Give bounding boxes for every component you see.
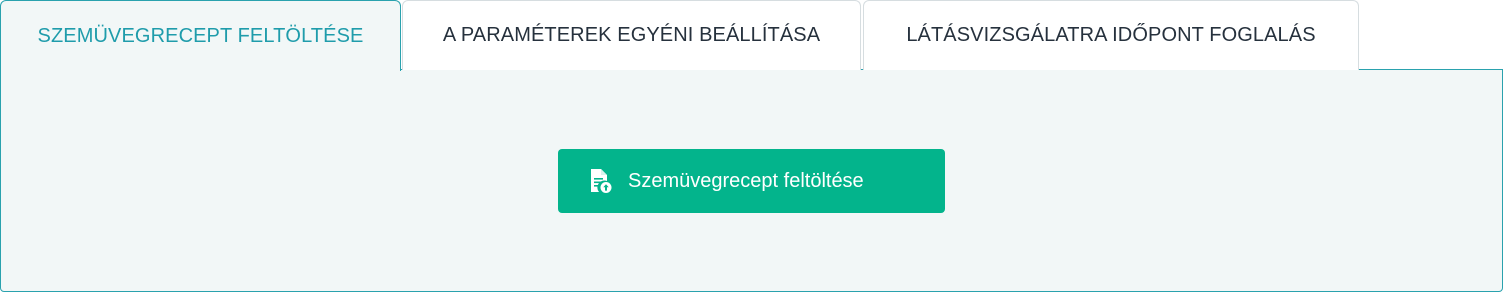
tab-prescription-upload[interactable]: SZEMÜVEGRECEPT FELTÖLTÉSE	[0, 0, 401, 71]
prescription-tabs: SZEMÜVEGRECEPT FELTÖLTÉSE A PARAMÉTEREK …	[0, 0, 1504, 293]
tab-label: SZEMÜVEGRECEPT FELTÖLTÉSE	[37, 24, 364, 47]
upload-prescription-button[interactable]: Szemüvegrecept feltöltése	[558, 149, 945, 213]
tab-eye-exam-booking[interactable]: LÁTÁSVIZSGÁLATRA IDŐPONT FOGLALÁS	[863, 0, 1359, 70]
tab-label: A PARAMÉTEREK EGYÉNI BEÁLLÍTÁSA	[442, 24, 821, 46]
tab-label: LÁTÁSVIZSGÁLATRA IDŐPONT FOGLALÁS	[906, 24, 1316, 46]
upload-button-label: Szemüvegrecept feltöltése	[628, 169, 864, 192]
tab-custom-parameters[interactable]: A PARAMÉTEREK EGYÉNI BEÁLLÍTÁSA	[402, 0, 861, 70]
document-upload-icon	[588, 168, 612, 194]
